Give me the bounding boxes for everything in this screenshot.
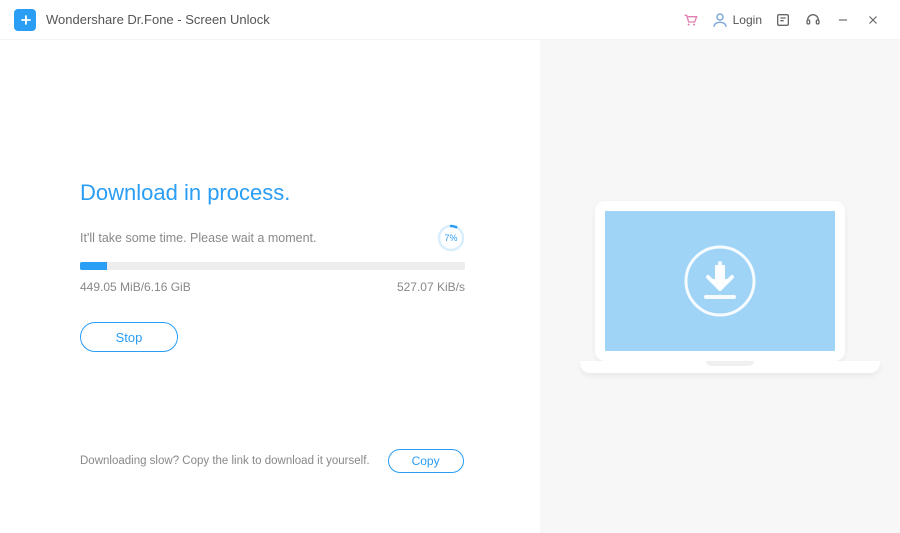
download-arrow-icon <box>680 241 760 321</box>
close-button[interactable] <box>858 5 888 35</box>
support-icon[interactable] <box>798 5 828 35</box>
laptop-base <box>580 361 880 373</box>
left-panel: Download in process. It'll take some tim… <box>0 40 540 533</box>
minimize-button[interactable] <box>828 5 858 35</box>
stop-button[interactable]: Stop <box>80 322 178 352</box>
app-title: Wondershare Dr.Fone - Screen Unlock <box>46 12 270 27</box>
copy-label: Copy <box>412 454 440 468</box>
progress-fill <box>80 262 107 270</box>
right-panel <box>540 40 900 533</box>
login-label: Login <box>733 13 762 27</box>
titlebar: Wondershare Dr.Fone - Screen Unlock Logi… <box>0 0 900 40</box>
footer-row: Downloading slow? Copy the link to downl… <box>80 449 464 473</box>
downloaded-size: 449.05 MiB/6.16 GiB <box>80 280 191 294</box>
download-speed: 527.07 KiB/s <box>397 280 465 294</box>
copy-button[interactable]: Copy <box>388 449 464 473</box>
progress-bar <box>80 262 465 270</box>
laptop-illustration <box>580 201 860 373</box>
laptop-screen <box>595 201 845 361</box>
progress-percent-label: 7% <box>444 233 457 243</box>
stop-label: Stop <box>116 330 143 345</box>
progress-stats: 449.05 MiB/6.16 GiB 527.07 KiB/s <box>80 280 465 294</box>
content-area: Download in process. It'll take some tim… <box>0 40 900 533</box>
login-button[interactable]: Login <box>705 11 768 29</box>
wait-message: It'll take some time. Please wait a mome… <box>80 231 317 245</box>
cart-icon[interactable] <box>675 5 705 35</box>
progress-circle: 7% <box>437 224 465 252</box>
page-heading: Download in process. <box>80 180 540 206</box>
feedback-icon[interactable] <box>768 5 798 35</box>
app-logo <box>14 9 36 31</box>
slow-download-text: Downloading slow? Copy the link to downl… <box>80 455 370 467</box>
